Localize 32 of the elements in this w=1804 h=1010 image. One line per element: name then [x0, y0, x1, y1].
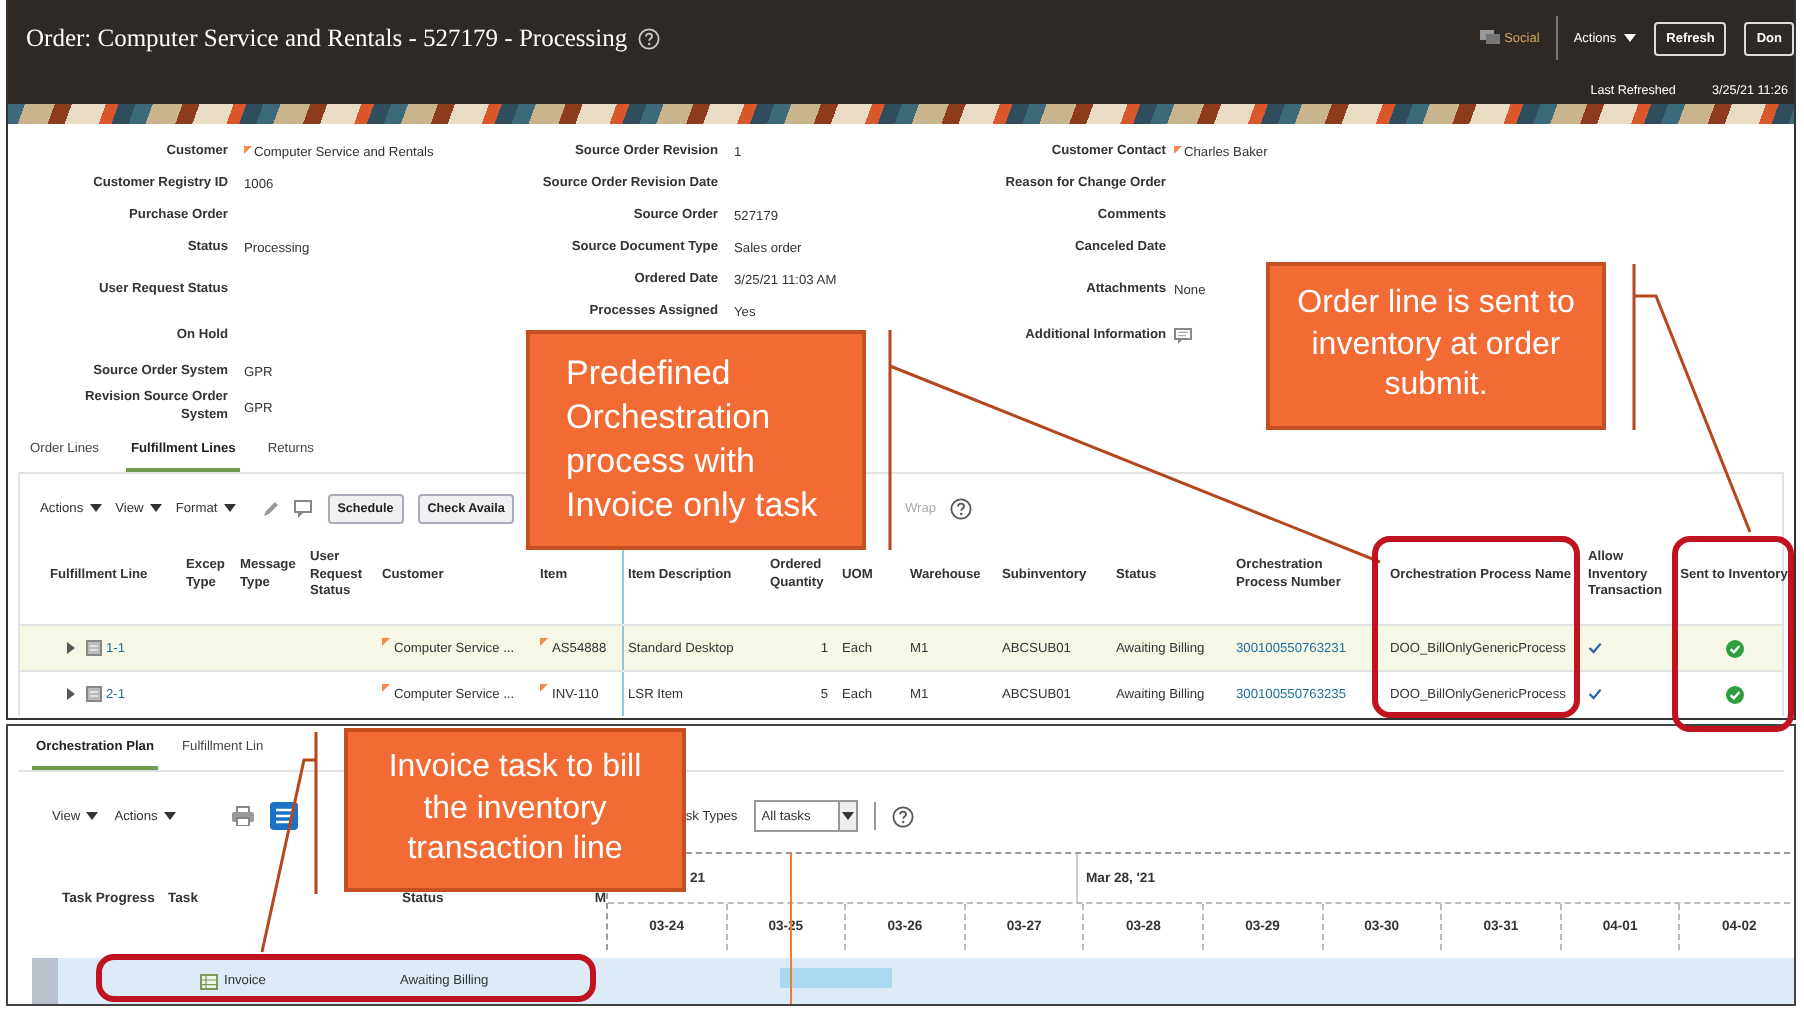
caret-icon [223, 504, 236, 512]
comment-icon[interactable] [293, 499, 314, 517]
callout: Order line is sent to inventory at order submit. [1266, 262, 1606, 430]
comment-icon[interactable] [1174, 328, 1192, 344]
task-icon [200, 973, 218, 989]
pencil-icon[interactable] [261, 499, 280, 517]
progress-cell [32, 958, 58, 1004]
help-icon [950, 497, 973, 519]
line-icon [86, 686, 102, 702]
flag-icon [540, 638, 548, 646]
help-icon [637, 27, 660, 49]
expand-icon[interactable] [66, 642, 76, 654]
caret-icon [89, 504, 102, 512]
gantt-bar [780, 968, 892, 988]
callout: Predefined Orchestration process with Invoice only task [526, 330, 866, 550]
help-icon [892, 805, 915, 827]
window-title: Order: Computer Service and Rentals - 527179 - Processing [26, 23, 628, 53]
caret-icon [86, 812, 99, 820]
flag-icon [382, 684, 390, 692]
caret-icon [1624, 34, 1637, 42]
print-icon[interactable] [231, 806, 254, 826]
flag-icon [1174, 145, 1182, 153]
expand-icon[interactable] [66, 688, 76, 700]
flag-icon [382, 638, 390, 646]
flag-icon [244, 145, 252, 153]
flag-icon [540, 684, 548, 692]
chat-icon [1480, 30, 1501, 46]
line-icon [86, 640, 102, 656]
callout: Invoice task to bill the inventory transaction line [344, 728, 686, 892]
caret-icon [842, 812, 855, 820]
caret-icon [163, 812, 176, 820]
caret-icon [149, 504, 162, 512]
